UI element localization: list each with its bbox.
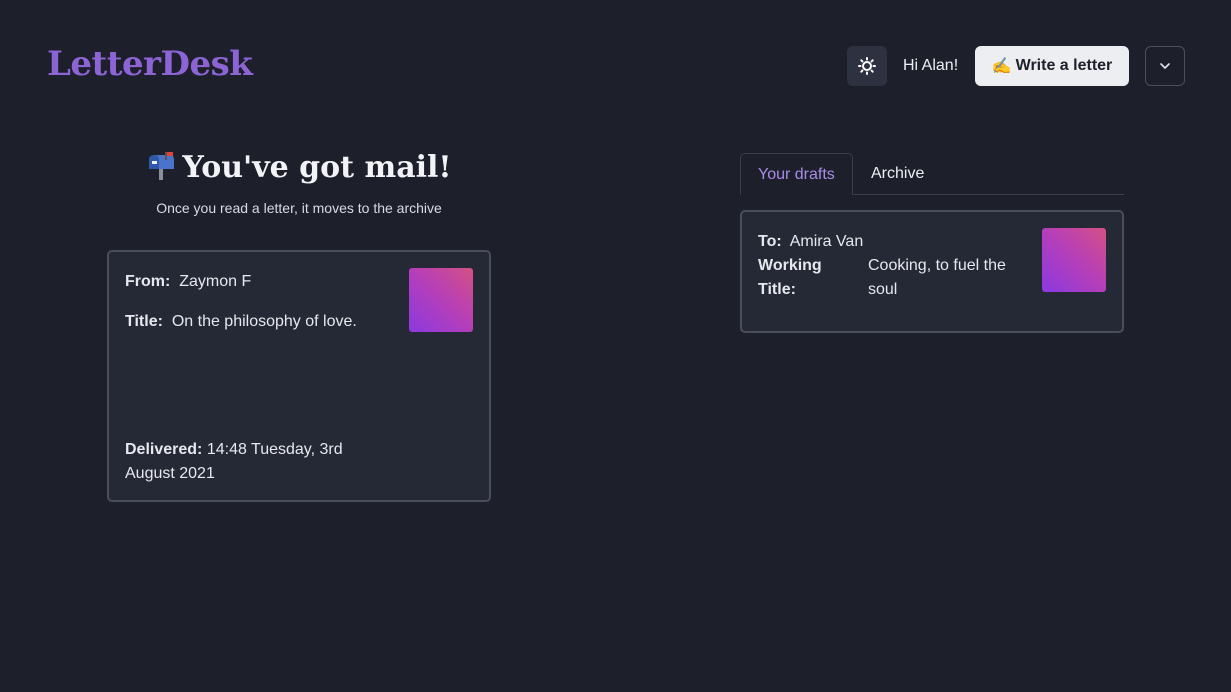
to-value: Amira Van (789, 233, 864, 250)
chevron-down-icon (1160, 63, 1170, 69)
working-title-value-line2: soul (868, 281, 898, 298)
working-title-label-line1: Working (758, 257, 822, 274)
draft-thumbnail (1042, 228, 1106, 292)
title-value: On the philosophy of love. (171, 313, 357, 330)
to-label: To: (758, 233, 782, 250)
writing-hand-emoji: ✍️ (991, 58, 1012, 75)
working-title-value-line1: Cooking, to fuel the (868, 257, 1006, 274)
drafts-tabs: Your drafts Archive (740, 153, 1124, 195)
inbox-subtitle: Once you read a letter, it moves to the … (156, 200, 442, 216)
letter-thumbnail (409, 268, 473, 332)
working-title-label-line2: Title: (758, 281, 796, 298)
app-logo[interactable]: LetterDesk (47, 44, 253, 84)
write-letter-label: Write a letter (1015, 57, 1113, 74)
letter-title: Title: On the philosophy of love. (125, 310, 357, 334)
tab-your-drafts[interactable]: Your drafts (740, 153, 853, 195)
tab-archive[interactable]: Archive (854, 153, 941, 195)
write-letter-button[interactable]: ✍️ Write a letter (975, 46, 1129, 86)
delivered-value-line1: 14:48 Tuesday, 3rd (206, 441, 343, 458)
inbox-heading: You've got mail! (108, 150, 490, 185)
from-label: From: (125, 273, 171, 290)
user-menu-button[interactable] (1145, 46, 1185, 86)
delivered-value-line2: August 2021 (125, 465, 215, 482)
inbox-title: You've got mail! (182, 150, 452, 185)
user-greeting: Hi Alan! (903, 57, 959, 74)
title-label: Title: (125, 313, 163, 330)
draft-card[interactable]: To: Amira Van Working Title: Cooking, to… (740, 210, 1124, 333)
working-title-label: Working Title: (758, 254, 822, 302)
sun-icon (858, 57, 876, 75)
from-value: Zaymon F (179, 273, 252, 290)
working-title-value: Cooking, to fuel the soul (868, 254, 1006, 302)
delivered-label: Delivered: (125, 441, 203, 458)
mailbox-icon (149, 152, 175, 180)
theme-toggle-button[interactable] (847, 46, 887, 86)
letter-delivered: Delivered: 14:48 Tuesday, 3rd August 202… (125, 438, 343, 486)
letter-from: From: Zaymon F (125, 270, 251, 294)
letter-card[interactable]: From: Zaymon F Title: On the philosophy … (107, 250, 491, 502)
draft-to: To: Amira Van (758, 230, 863, 254)
